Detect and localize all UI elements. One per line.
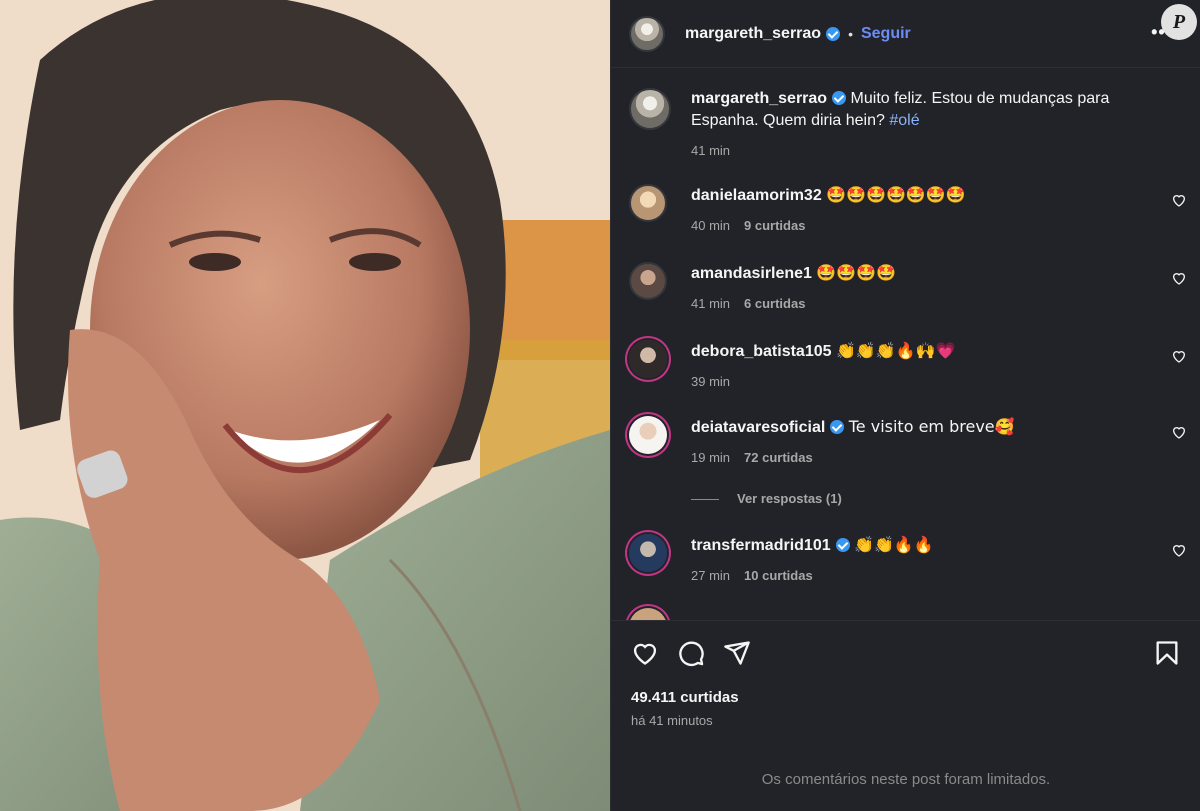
comment-text: 👏👏🔥🔥 xyxy=(854,535,934,554)
like-comment-icon[interactable] xyxy=(1171,348,1187,364)
comment-likes[interactable]: 6 curtidas xyxy=(744,296,805,311)
comment-time: 19 min xyxy=(691,450,731,465)
commenter-avatar[interactable] xyxy=(629,262,667,300)
comment-time: 40 min xyxy=(691,218,731,233)
post-header: margareth_serrao • Seguir ••• P xyxy=(611,0,1200,68)
comments-list[interactable]: margareth_serrao Muito feliz. Estou de m… xyxy=(611,68,1200,620)
post-time: há 41 minutos xyxy=(631,713,713,728)
comment-text: 👏👏👏🔥🙌💗 xyxy=(835,341,956,360)
caption-username[interactable]: margareth_serrao xyxy=(691,90,827,107)
like-comment-icon[interactable] xyxy=(1171,270,1187,286)
author-avatar[interactable] xyxy=(629,15,665,52)
commenter-avatar[interactable] xyxy=(629,184,667,222)
bookmark-icon[interactable] xyxy=(1153,639,1181,667)
comment-text: 🤩🤩🤩🤩🤩🤩🤩 xyxy=(826,185,966,204)
comment-icon[interactable] xyxy=(677,639,705,667)
caption-time: 41 min xyxy=(691,143,731,158)
comment-likes[interactable]: 9 curtidas xyxy=(744,218,805,233)
comment-username[interactable]: danielaamorim32 xyxy=(691,187,822,204)
separator-dot: • xyxy=(848,25,853,42)
share-icon[interactable] xyxy=(723,639,751,667)
comment-time: 27 min xyxy=(691,568,731,583)
instagram-post: margareth_serrao • Seguir ••• P margaret… xyxy=(0,0,1200,811)
commenter-avatar[interactable] xyxy=(629,340,667,378)
verified-icon xyxy=(835,538,850,552)
verified-icon xyxy=(832,91,847,105)
view-replies-button[interactable]: Ver respostas (1) xyxy=(691,491,842,506)
verified-icon xyxy=(830,420,845,434)
comment-username[interactable]: debora_batista105 xyxy=(691,343,832,360)
comments-limited-note: Os comentários neste post foram limitado… xyxy=(761,771,1051,788)
like-comment-icon[interactable] xyxy=(1171,192,1187,208)
comment-time: 39 min xyxy=(691,374,731,389)
post-photo[interactable] xyxy=(0,0,610,811)
comment-username[interactable]: transfermadrid101 xyxy=(691,537,831,554)
commenter-avatar[interactable] xyxy=(629,534,667,572)
comment-time: 41 min xyxy=(691,296,731,311)
author-avatar[interactable] xyxy=(629,88,671,130)
comment-text: 🤩🤩🤩🤩 xyxy=(816,263,897,282)
like-comment-icon[interactable] xyxy=(1171,424,1187,440)
watermark-badge: P xyxy=(1161,4,1197,40)
comment-likes[interactable]: 72 curtidas xyxy=(744,450,813,465)
portrait-image xyxy=(0,0,610,811)
commenter-avatar[interactable] xyxy=(629,608,667,620)
verified-icon xyxy=(826,26,841,41)
heart-icon[interactable] xyxy=(631,639,659,667)
caption-hashtag[interactable]: #olé xyxy=(889,112,919,129)
commenter-avatar[interactable] xyxy=(629,416,667,454)
comment-text: Te visito em breve🥰 xyxy=(848,417,1015,436)
post-panel: margareth_serrao • Seguir ••• P margaret… xyxy=(610,0,1200,811)
comment-likes[interactable]: 10 curtidas xyxy=(744,568,813,583)
comment-username[interactable]: amandasirlene1 xyxy=(691,265,812,282)
action-bar: 49.411 curtidas há 41 minutos Os comentá… xyxy=(611,620,1200,811)
follow-button[interactable]: Seguir xyxy=(861,25,911,43)
likes-count[interactable]: 49.411 curtidas xyxy=(631,689,739,706)
author-username[interactable]: margareth_serrao xyxy=(685,25,821,43)
comment-username[interactable]: deiatavaresoficial xyxy=(691,419,825,436)
like-comment-icon[interactable] xyxy=(1171,542,1187,558)
